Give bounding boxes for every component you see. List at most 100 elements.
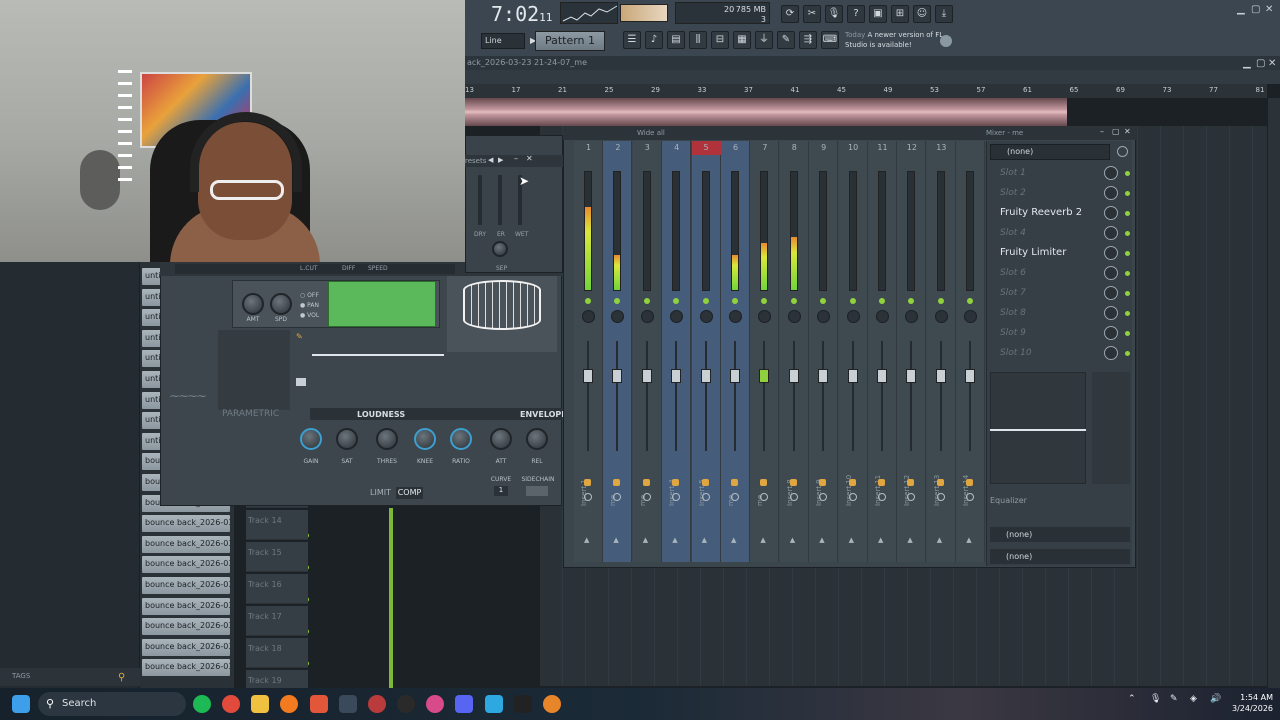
send-arrow-icon[interactable]: ▲ bbox=[584, 536, 589, 544]
fx-enable-icon[interactable] bbox=[848, 479, 856, 486]
preset-next-icon[interactable]: ▶ bbox=[498, 156, 503, 164]
fx-slot[interactable]: Slot 6 bbox=[990, 264, 1098, 282]
playlist-minimize-icon[interactable]: ▁ bbox=[1243, 58, 1251, 69]
mixer-strip[interactable]: 5 Insert 5 ▲ bbox=[691, 141, 721, 562]
strip-enable-dot[interactable] bbox=[820, 298, 827, 304]
reverb-close-icon[interactable]: ✕ bbox=[526, 154, 533, 163]
strip-enable-dot[interactable] bbox=[761, 298, 768, 304]
knee-knob[interactable] bbox=[414, 428, 436, 450]
mixer-icon[interactable]: ⫼ bbox=[689, 31, 707, 49]
brush-icon[interactable]: ✎ bbox=[777, 31, 795, 49]
playlist-clip[interactable]: bounce back_2026-03-2... bbox=[142, 597, 230, 615]
slot-enable-dot[interactable] bbox=[1125, 311, 1130, 316]
spotify-icon[interactable] bbox=[193, 695, 211, 713]
eq-faders[interactable] bbox=[1092, 372, 1130, 484]
small-fader[interactable] bbox=[296, 378, 306, 386]
routing-ring-icon[interactable] bbox=[789, 493, 798, 501]
strip-enable-dot[interactable] bbox=[643, 298, 650, 304]
fx-enable-icon[interactable] bbox=[760, 479, 768, 486]
volume-fader[interactable] bbox=[906, 369, 917, 383]
browser-icon[interactable]: ⊟ bbox=[711, 31, 729, 49]
track-header[interactable]: Track 14 bbox=[246, 510, 308, 540]
slot-enable-dot[interactable] bbox=[1125, 231, 1130, 236]
media-player-icon[interactable] bbox=[397, 695, 415, 713]
send-arrow-icon[interactable]: ▲ bbox=[819, 536, 824, 544]
pan-knob[interactable] bbox=[670, 310, 684, 323]
volume-tray-icon[interactable]: 🔊 bbox=[1210, 694, 1221, 704]
send-arrow-icon[interactable]: ▲ bbox=[790, 536, 795, 544]
track-header[interactable]: Track 15 bbox=[246, 542, 308, 572]
loop-icon[interactable]: ⟳ bbox=[781, 5, 799, 23]
thres-knob[interactable] bbox=[376, 428, 398, 450]
volume-fader[interactable] bbox=[788, 369, 799, 383]
tempo-icon[interactable]: ⇶ bbox=[799, 31, 817, 49]
option-vol[interactable]: ● VOL bbox=[300, 311, 319, 321]
windows-start-icon[interactable] bbox=[12, 695, 30, 713]
fx-enable-icon[interactable] bbox=[701, 479, 709, 486]
mixer-strip[interactable]: 9 Insert 9 ▲ bbox=[809, 141, 839, 562]
microphone-tray-icon[interactable]: 🎙 bbox=[1150, 694, 1161, 704]
volume-fader[interactable] bbox=[730, 369, 740, 383]
cut-icon[interactable]: ✂ bbox=[803, 5, 821, 23]
fx-enable-icon[interactable] bbox=[819, 479, 827, 486]
fader-track[interactable] bbox=[587, 341, 589, 451]
fx-slot[interactable]: Slot 9 bbox=[990, 324, 1098, 342]
volume-fader[interactable] bbox=[818, 369, 829, 383]
project-icon[interactable]: ▦ bbox=[733, 31, 751, 49]
volume-fader[interactable] bbox=[700, 369, 711, 383]
send-arrow-icon[interactable]: ▲ bbox=[966, 536, 971, 544]
file-explorer-icon[interactable] bbox=[251, 695, 269, 713]
strip-enable-dot[interactable] bbox=[879, 298, 885, 304]
fader-track[interactable] bbox=[734, 341, 736, 451]
send-arrow-icon[interactable]: ▲ bbox=[702, 536, 707, 544]
fx-enable-icon[interactable] bbox=[672, 479, 680, 486]
volume-fader[interactable] bbox=[641, 369, 652, 383]
track-header[interactable]: Track 16 bbox=[246, 574, 308, 604]
option-pan[interactable]: ● PAN bbox=[300, 301, 319, 311]
send-arrow-icon[interactable]: ▲ bbox=[849, 536, 854, 544]
save-icon[interactable]: ▣ bbox=[869, 5, 887, 23]
slot-enable-dot[interactable] bbox=[1125, 171, 1130, 176]
routing-ring-icon[interactable] bbox=[878, 493, 886, 501]
routing-ring-icon[interactable] bbox=[701, 493, 710, 501]
att-knob[interactable] bbox=[490, 428, 512, 450]
comp-tab[interactable]: COMP bbox=[396, 487, 423, 499]
sat-knob[interactable] bbox=[336, 428, 358, 450]
playlist-clip[interactable]: bounce back_2026-03-2... bbox=[142, 577, 230, 594]
mixer-strip[interactable]: 6 me ▲ bbox=[721, 141, 750, 562]
pen-tray-icon[interactable]: ✎ bbox=[1170, 694, 1178, 704]
audio-clip-waveform[interactable] bbox=[465, 98, 1067, 126]
send-arrow-icon[interactable]: ▲ bbox=[907, 536, 912, 544]
fader-track[interactable] bbox=[616, 341, 619, 451]
fx-slot[interactable]: Fruity Reeverb 2 bbox=[990, 204, 1098, 222]
mixer-strip[interactable]: 3 me ▲ bbox=[632, 141, 662, 562]
ratio-knob[interactable] bbox=[450, 428, 472, 450]
send-arrow-icon[interactable]: ▲ bbox=[643, 536, 648, 544]
track-clock-icon[interactable] bbox=[1117, 146, 1128, 157]
rel-knob[interactable] bbox=[526, 428, 548, 450]
mixer-strip[interactable]: 8 Insert 8 ▲ bbox=[779, 141, 809, 562]
mixer-strip[interactable]: 1 Insert 1 ▲ bbox=[574, 141, 603, 562]
spd-knob[interactable] bbox=[270, 293, 292, 315]
send-arrow-icon[interactable]: ▲ bbox=[672, 536, 677, 544]
pan-knob[interactable] bbox=[846, 310, 860, 323]
routing-ring-icon[interactable] bbox=[848, 493, 857, 501]
playlist-clip[interactable]: bounce back_2026-03-2... bbox=[142, 618, 230, 636]
fader-track[interactable] bbox=[910, 341, 913, 451]
gain-knob[interactable] bbox=[300, 428, 322, 450]
output-select-2[interactable]: (none) bbox=[990, 549, 1130, 564]
mixer-restore-icon[interactable]: ▢ bbox=[1112, 127, 1120, 136]
fader-track[interactable] bbox=[763, 341, 766, 451]
fader-track[interactable] bbox=[822, 341, 825, 451]
fx-enable-icon[interactable] bbox=[907, 479, 915, 486]
playlist-scrollbar[interactable] bbox=[1268, 98, 1280, 688]
microphone-icon[interactable]: 🎙 bbox=[825, 5, 843, 23]
dry-slider[interactable] bbox=[478, 175, 482, 225]
curve-value[interactable]: 1 bbox=[494, 486, 508, 496]
er-slider[interactable] bbox=[498, 175, 502, 225]
fader-track[interactable] bbox=[675, 341, 678, 451]
playlist-clip[interactable]: bounce back_2026-03-2... bbox=[142, 515, 230, 533]
fader-track[interactable] bbox=[645, 341, 648, 451]
volume-fader[interactable] bbox=[877, 369, 887, 383]
app-icon[interactable] bbox=[426, 695, 444, 713]
